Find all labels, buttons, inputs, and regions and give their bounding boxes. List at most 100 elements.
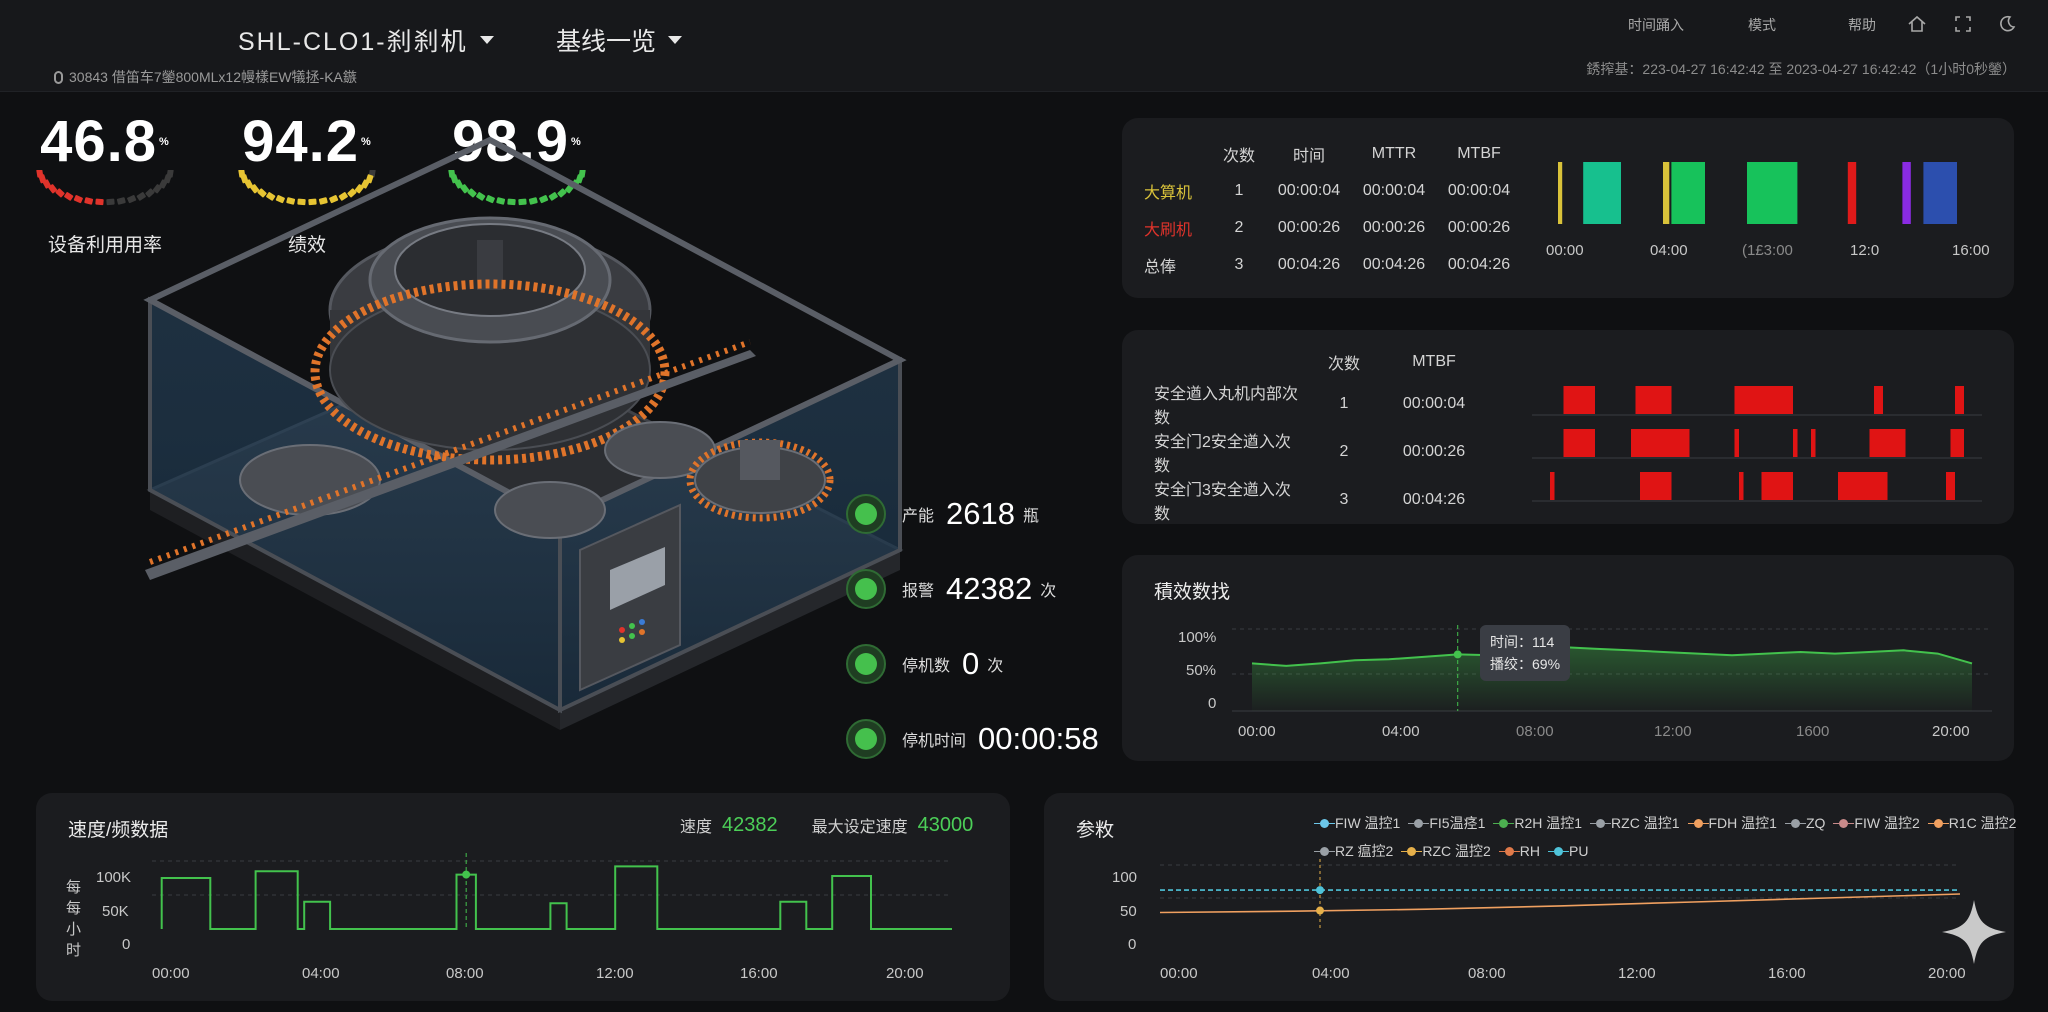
performance-chart[interactable]	[1232, 625, 1992, 715]
stat-alarms: 报警 42382 次	[846, 567, 1056, 611]
row-time: 00:04:26	[1277, 255, 1341, 273]
downtime-card: 次数 时间 MTTR MTBF 大算机 1 00:00:04 00:00:04 …	[1122, 118, 2014, 298]
table-row[interactable]: 安全门2安全遒入次数 2 00:00:26	[1154, 428, 1484, 476]
chevron-down-icon	[479, 36, 494, 44]
col-mtbf: MTBF	[1412, 353, 1456, 370]
timeline-tick: 04:00	[1650, 242, 1688, 259]
hover-point	[1453, 650, 1462, 659]
safety-block	[1734, 429, 1739, 457]
x-tick: 16:00	[740, 965, 778, 982]
legend-item[interactable]: FIW 温控2	[1833, 813, 1920, 833]
time-range: 銹搾基：223-04-27 16:42:42 至 2023-04-27 16:4…	[1586, 61, 2016, 77]
baseline-title: 基线一览	[556, 28, 657, 56]
table-row[interactable]: 安全门3安全遒入次数 3 00:04:26	[1154, 476, 1484, 524]
legend-item[interactable]: RZ 瘟控2	[1314, 841, 1393, 861]
alarm-icon	[846, 569, 886, 609]
home-icon[interactable]	[1906, 13, 1928, 35]
moon-icon[interactable]	[1996, 13, 2018, 35]
table-row[interactable]: 大刷机 2 00:00:26 00:00:26 00:00:26	[1144, 209, 1524, 246]
row-mttr: 00:00:04	[1362, 181, 1426, 199]
legend-item[interactable]: FDH 温控1	[1687, 813, 1777, 833]
downtime-block	[1583, 162, 1621, 224]
row-name: 大刷机	[1144, 221, 1193, 239]
row-name: 安全门2安全遒入次数	[1154, 434, 1291, 475]
row-name: 安全门3安全遒入次数	[1154, 482, 1291, 523]
legend-marker-icon	[1927, 818, 1949, 828]
gauge-segment	[73, 195, 83, 204]
gauge-segment	[127, 195, 137, 204]
menu-help[interactable]: 帮助	[1848, 15, 1876, 35]
table-row[interactable]: 安全遒入丸机内部次数 1 00:00:04	[1154, 380, 1484, 428]
bell-icon	[846, 644, 886, 684]
legend-label: FIW 温控1	[1335, 815, 1401, 831]
safety-card: 次数 MTBF 安全遒入丸机内部次数 1 00:00:04 安全门2安全遒入次数…	[1122, 330, 2014, 524]
safety-block	[1950, 429, 1964, 457]
performance-area	[1252, 647, 1972, 711]
line-selector[interactable]: SHL-CLO1-刹刹机	[238, 22, 494, 58]
legend-marker-icon	[1833, 818, 1855, 828]
x-tick: 1600	[1796, 723, 1830, 740]
legend-label: FIW 温控2	[1854, 815, 1920, 831]
y-tick: 100K	[96, 869, 132, 886]
timeline-tick: (1£3:00	[1742, 242, 1793, 259]
safety-block	[1793, 429, 1798, 457]
legend-item[interactable]: R2H 温控1	[1493, 813, 1582, 833]
location-pin-icon	[54, 70, 63, 84]
row-count: 3	[1339, 491, 1349, 508]
params-chart[interactable]	[1160, 859, 1960, 955]
speed-value: 42382	[722, 813, 778, 836]
safety-block	[1955, 386, 1964, 414]
row-time: 00:00:04	[1277, 181, 1341, 199]
col-count: 次数	[1327, 356, 1360, 373]
legend-marker-icon	[1314, 818, 1335, 828]
speed-summary: 速度 42382 最大设定速度 43000	[680, 813, 973, 837]
legend-marker-icon	[1408, 818, 1430, 828]
fullscreen-icon[interactable]	[1952, 13, 1974, 35]
legend-marker-icon	[1314, 846, 1335, 856]
speed-chart[interactable]	[152, 853, 992, 953]
downtime-timeline[interactable]	[1558, 160, 1978, 226]
baseline-selector[interactable]: 基线一览	[556, 22, 683, 58]
legend-item[interactable]: PU	[1548, 841, 1588, 861]
header-bar: SHL-CLO1-刹刹机 基线一览 30843 借笛车7鎣800MLx12幔樣E…	[0, 0, 2048, 92]
params-legend[interactable]: FIW 温控1 FI5温痉1 R2H 温控1 RZC 温控1 FDH 温控1 ZQ FIW …	[1314, 813, 2040, 861]
legend-item[interactable]: RZC 温控1	[1590, 813, 1680, 833]
stat-capacity-unit: 瓶	[1022, 508, 1039, 525]
row-mtbf: 00:00:26	[1447, 218, 1511, 236]
y-tick: 50K	[102, 903, 129, 920]
legend-item[interactable]: R1C 温控2	[1927, 813, 2016, 833]
menu-time-input[interactable]: 时间踊入	[1628, 15, 1684, 35]
downtime-block	[1747, 162, 1798, 224]
safety-block	[1874, 386, 1883, 414]
col-mttr: MTTR	[1371, 145, 1417, 162]
table-row[interactable]: 大算机 1 00:00:04 00:00:04 00:00:04	[1144, 172, 1524, 209]
legend-item[interactable]: ZQ	[1784, 813, 1825, 833]
safety-block	[1838, 472, 1888, 500]
speed-label: 速度	[680, 819, 713, 836]
timeline-tick: 12:0	[1850, 242, 1880, 259]
row-mttr: 00:00:26	[1362, 218, 1426, 236]
downtime-block	[1902, 162, 1911, 224]
col-count: 次数	[1222, 148, 1255, 165]
stat-capacity-label: 产能	[902, 508, 935, 525]
legend-item[interactable]: RH	[1498, 841, 1540, 861]
safety-timeline[interactable]	[1532, 380, 1982, 512]
row-name: 大算机	[1144, 184, 1193, 202]
stat-downtime-label: 停机时间	[902, 733, 967, 750]
col-mtbf: MTBF	[1457, 145, 1501, 162]
row-mttr: 00:04:26	[1362, 255, 1426, 273]
x-tick: 00:00	[1160, 965, 1198, 982]
gauge-segment	[84, 197, 94, 205]
legend-item[interactable]: FI5温痉1	[1408, 813, 1485, 833]
safety-block	[1563, 386, 1595, 414]
safety-block	[1563, 429, 1595, 457]
safety-block	[1550, 472, 1555, 500]
table-row[interactable]: 总俸 3 00:04:26 00:04:26 00:04:26	[1144, 246, 1524, 283]
legend-item[interactable]: RZC 温控2	[1401, 841, 1491, 861]
tooltip-value: 播绞：69%	[1490, 656, 1561, 672]
menu-mode[interactable]: 模式	[1748, 15, 1776, 35]
legend-marker-icon	[1590, 818, 1612, 828]
col-time: 时间	[1292, 148, 1325, 165]
legend-item[interactable]: FIW 温控1	[1314, 813, 1401, 833]
gauge-segment	[64, 192, 74, 201]
